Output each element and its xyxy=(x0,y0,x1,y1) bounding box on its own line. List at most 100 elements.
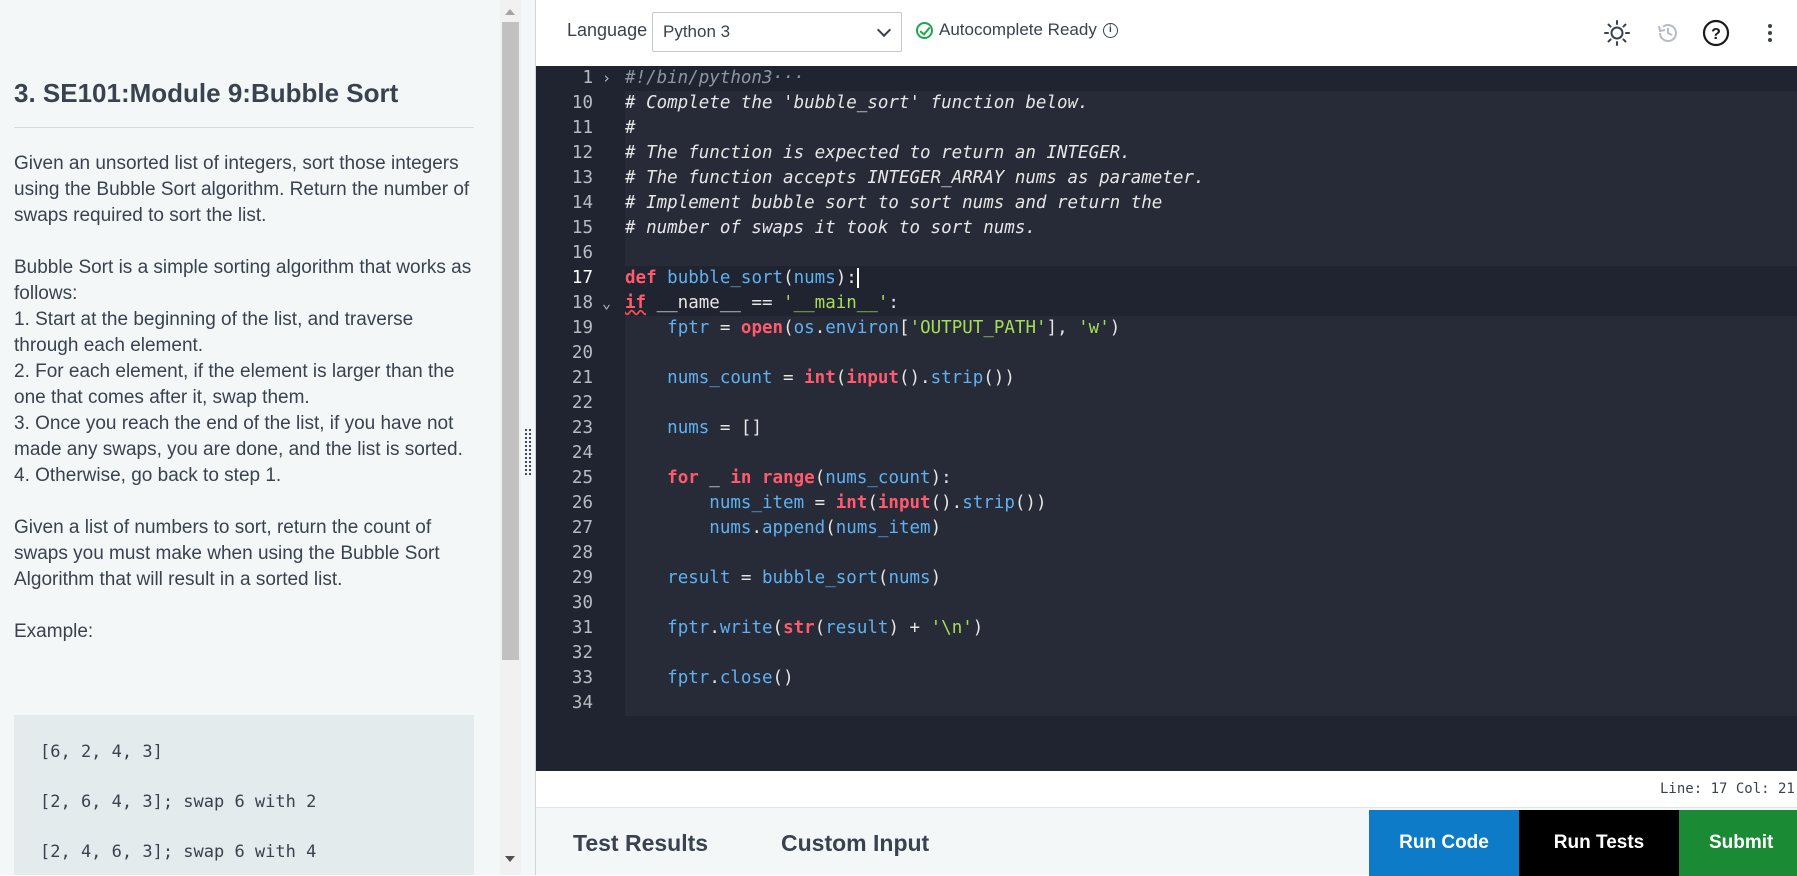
text-cursor xyxy=(856,268,859,288)
code-line[interactable]: 31 fptr.write(str(result) + '\n') xyxy=(536,616,1797,641)
history-icon[interactable] xyxy=(1653,18,1683,48)
svg-text:?: ? xyxy=(1711,26,1721,43)
autocomplete-status-text: Autocomplete Ready xyxy=(939,20,1097,39)
line-number: 20 xyxy=(571,343,593,363)
code-editor[interactable]: 1 › #!/bin/python3··· 10 # Complete the 'bu… xyxy=(536,66,1797,771)
line-number: 14 xyxy=(571,193,593,213)
code-line[interactable]: 13 # The function accepts INTEGER_ARRAY n… xyxy=(536,166,1797,191)
line-number: 22 xyxy=(571,393,593,413)
code-line[interactable]: 34 xyxy=(536,691,1797,716)
code-line[interactable]: 30 xyxy=(536,591,1797,616)
code-line[interactable]: 19 fptr = open(os.environ['OUTPUT_PATH']… xyxy=(536,316,1797,341)
algorithm-description: Bubble Sort is a simple sorting algorith… xyxy=(14,255,474,489)
line-number: 16 xyxy=(571,243,593,263)
code-line[interactable]: 29 result = bubble_sort(nums) xyxy=(536,566,1797,591)
code-line[interactable]: 32 xyxy=(536,641,1797,666)
problem-paragraph: Given a list of numbers to sort, return … xyxy=(14,517,440,590)
code-line[interactable]: 26 nums_item = int(input().strip()) xyxy=(536,491,1797,516)
info-icon[interactable]: i xyxy=(1102,22,1118,38)
problem-description: Given an unsorted list of integers, sort… xyxy=(14,151,474,671)
sun-icon[interactable] xyxy=(1602,18,1632,48)
code-line[interactable]: 27 nums.append(nums_item) xyxy=(536,516,1797,541)
line-number: 33 xyxy=(571,668,593,688)
line-number: 28 xyxy=(571,543,593,563)
line-number: 34 xyxy=(571,693,593,713)
line-number: 24 xyxy=(571,443,593,463)
scroll-down-arrow-icon[interactable] xyxy=(505,856,515,862)
line-number: 15 xyxy=(571,218,593,238)
autocomplete-status: Autocomplete Ready i xyxy=(916,20,1118,40)
algorithm-step: 3. Once you reach the end of the list, i… xyxy=(14,413,463,460)
code-line[interactable]: 28 xyxy=(536,541,1797,566)
panel-splitter[interactable] xyxy=(521,0,535,875)
line-number: 23 xyxy=(571,418,593,438)
line-number: 17 xyxy=(571,268,593,288)
code-line[interactable]: 11 # xyxy=(536,116,1797,141)
code-line[interactable]: 22 xyxy=(536,391,1797,416)
code-line[interactable]: 18 ⌄ if __name__ == '__main__': xyxy=(536,291,1797,316)
problem-paragraph: Given an unsorted list of integers, sort… xyxy=(14,153,470,226)
example-code-block: [6, 2, 4, 3] [2, 6, 4, 3]; swap 6 with 2… xyxy=(14,715,474,875)
run-tests-button[interactable]: Run Tests xyxy=(1519,810,1679,876)
tab-custom-input[interactable]: Custom Input xyxy=(781,830,929,857)
code-line[interactable]: 25 for _ in range(nums_count): xyxy=(536,466,1797,491)
more-vertical-icon[interactable] xyxy=(1755,18,1785,48)
line-number: 30 xyxy=(571,593,593,613)
expand-fold-icon[interactable]: › xyxy=(602,66,616,91)
code-line[interactable]: 20 xyxy=(536,341,1797,366)
collapsed-header: #!/bin/python3 xyxy=(625,68,773,88)
code-line[interactable]: 14 # Implement bubble sort to sort nums a… xyxy=(536,191,1797,216)
code-line[interactable]: 15 # number of swaps it took to sort nums… xyxy=(536,216,1797,241)
scroll-up-arrow-icon[interactable] xyxy=(505,9,515,15)
code-line[interactable]: 12 # The function is expected to return a… xyxy=(536,141,1797,166)
line-number: 13 xyxy=(571,168,593,188)
line-number: 18 xyxy=(571,293,593,313)
code-line[interactable]: 1 › #!/bin/python3··· xyxy=(536,66,1797,91)
example-line: [2, 6, 4, 3]; swap 6 with 2 xyxy=(40,792,317,812)
algorithm-step: 1. Start at the beginning of the list, a… xyxy=(14,309,414,356)
editor-toolbar: Language Python 3 Autocomplete Ready i ? xyxy=(536,0,1797,66)
code-lines[interactable]: 1 › #!/bin/python3··· 10 # Complete the 'bu… xyxy=(536,66,1797,716)
line-number: 32 xyxy=(571,643,593,663)
chevron-down-icon xyxy=(876,22,892,38)
problem-scrollbar[interactable] xyxy=(500,0,521,875)
line-number: 27 xyxy=(571,518,593,538)
code-line-current[interactable]: 17 def bubble_sort(nums): xyxy=(536,266,1797,291)
line-number: 26 xyxy=(571,493,593,513)
bottom-action-bar: Test Results Custom Input Run Code Run T… xyxy=(536,807,1797,876)
algorithm-step: 2. For each element, if the element is l… xyxy=(14,361,455,408)
tab-test-results[interactable]: Test Results xyxy=(573,830,708,857)
drag-handle-icon[interactable] xyxy=(524,428,532,476)
code-line[interactable]: 21 nums_count = int(input().strip()) xyxy=(536,366,1797,391)
scrollbar-thumb[interactable] xyxy=(502,22,519,660)
code-line[interactable]: 33 fptr.close() xyxy=(536,666,1797,691)
code-line[interactable]: 10 # Complete the 'bubble_sort' function … xyxy=(536,91,1797,116)
line-number: 12 xyxy=(571,143,593,163)
collapse-fold-icon[interactable]: ⌄ xyxy=(602,291,616,316)
submit-button[interactable]: Submit xyxy=(1679,810,1797,876)
line-number: 10 xyxy=(571,93,593,113)
example-line: [6, 2, 4, 3] xyxy=(40,742,163,762)
language-selected-value: Python 3 xyxy=(663,22,731,41)
line-number: 19 xyxy=(571,318,593,338)
editor-status-bar: Line: 17 Col: 21 xyxy=(536,771,1797,807)
problem-panel: 3. SE101:Module 9:Bubble Sort Given an u… xyxy=(0,0,521,875)
cursor-position: Line: 17 Col: 21 xyxy=(1660,781,1795,797)
line-number: 31 xyxy=(571,618,593,638)
run-code-button[interactable]: Run Code xyxy=(1369,810,1519,876)
language-label: Language xyxy=(567,20,648,40)
line-number: 21 xyxy=(571,368,593,388)
code-line[interactable]: 24 xyxy=(536,441,1797,466)
algorithm-step: 4. Otherwise, go back to step 1. xyxy=(14,465,282,486)
help-icon[interactable]: ? xyxy=(1701,18,1731,48)
code-line[interactable]: 23 nums = [] xyxy=(536,416,1797,441)
editor-area: Language Python 3 Autocomplete Ready i ?… xyxy=(535,0,1797,876)
line-number: 1 xyxy=(582,68,593,88)
line-number: 11 xyxy=(571,118,593,138)
code-line[interactable]: 16 xyxy=(536,241,1797,266)
check-circle-icon xyxy=(916,21,933,39)
example-label: Example: xyxy=(14,621,94,642)
language-select[interactable]: Python 3 xyxy=(652,12,902,52)
line-number: 29 xyxy=(571,568,593,588)
line-number: 25 xyxy=(571,468,593,488)
